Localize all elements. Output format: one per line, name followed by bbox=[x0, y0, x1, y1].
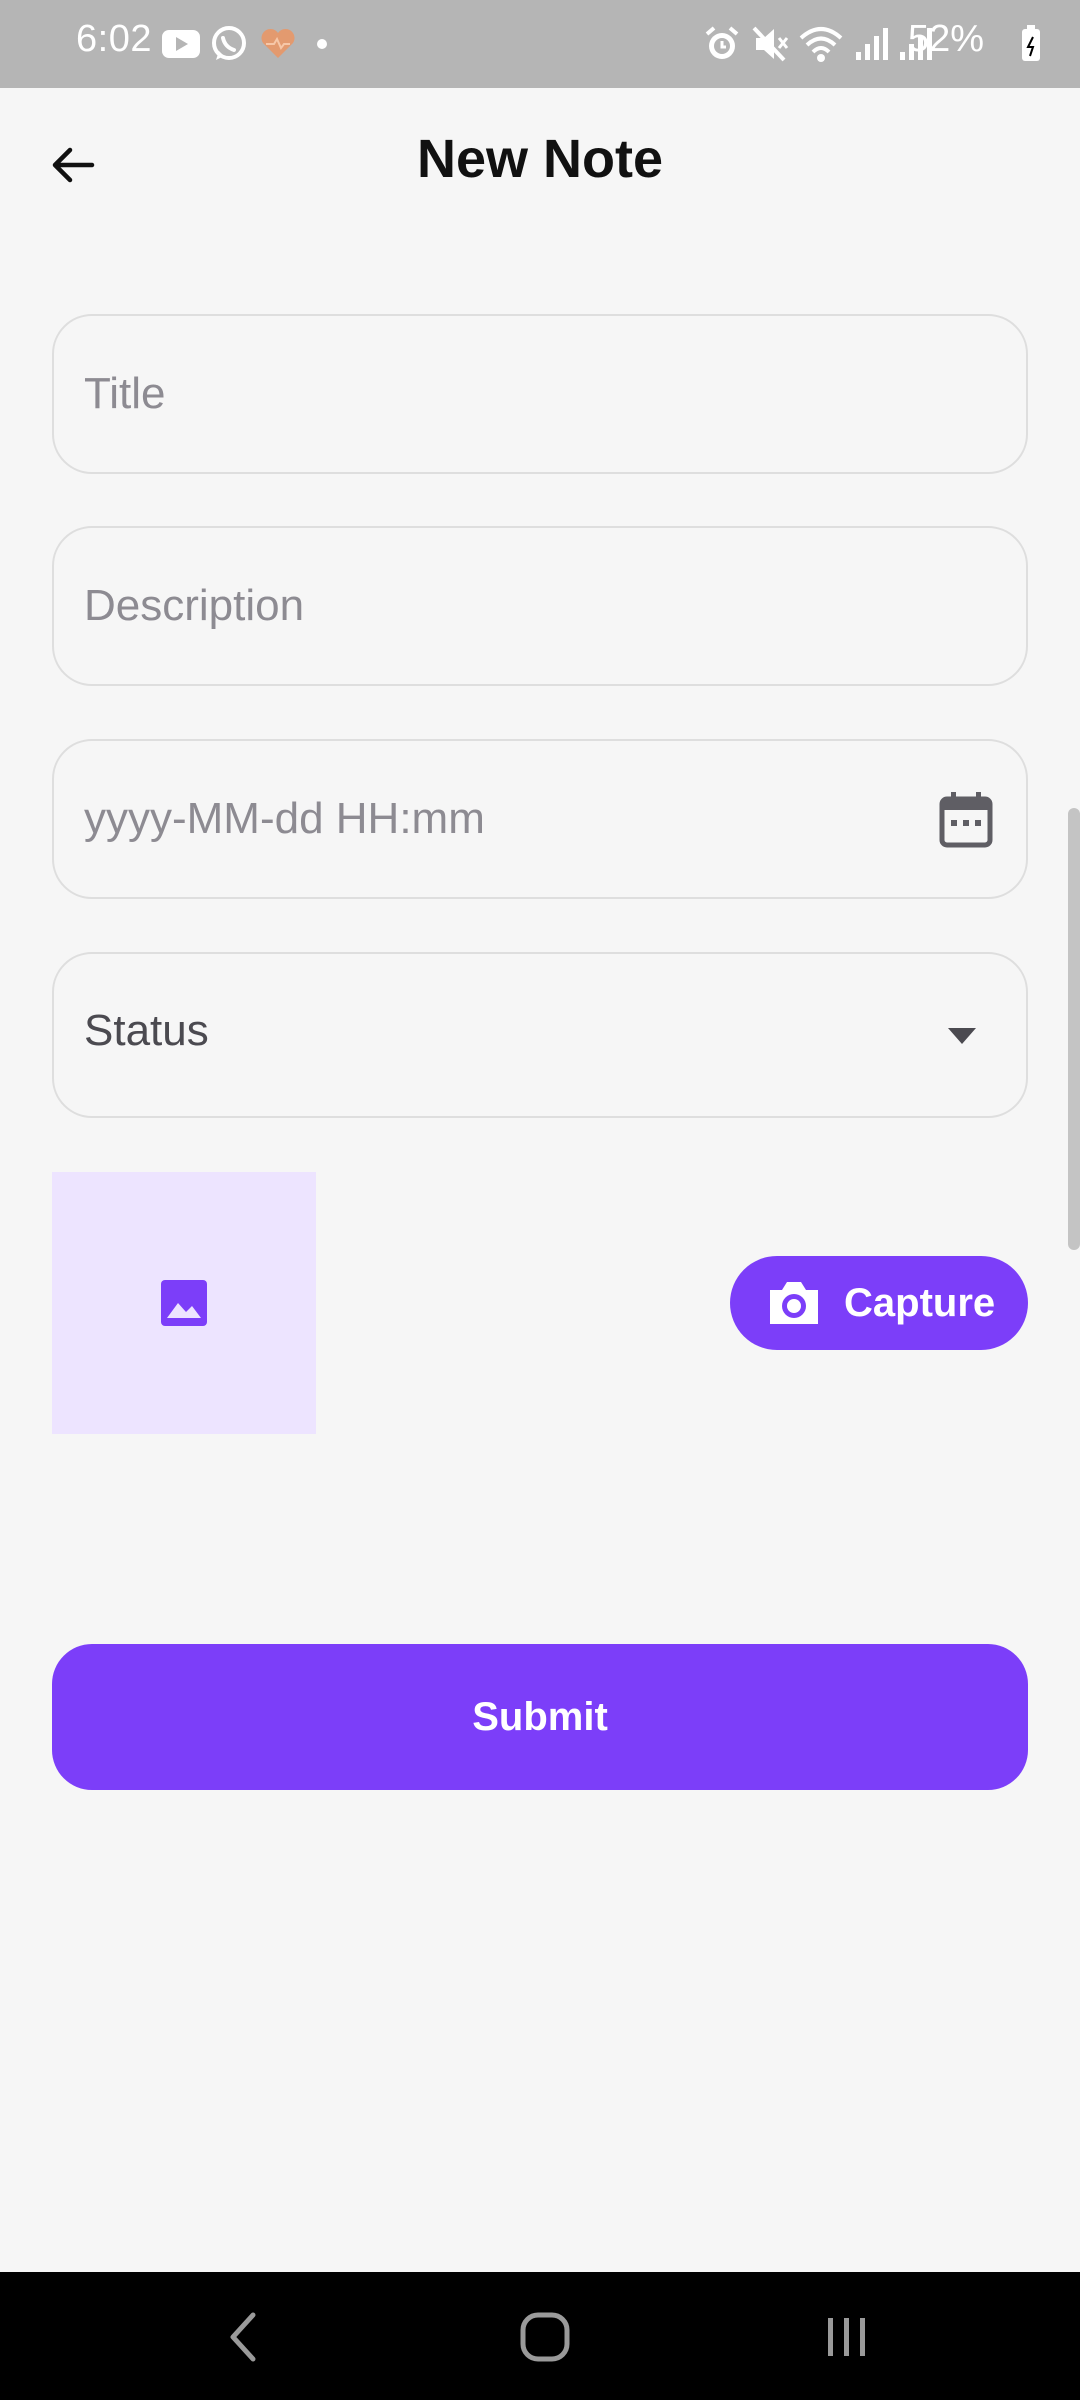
youtube-icon bbox=[160, 20, 202, 73]
nav-back-button[interactable] bbox=[203, 2302, 283, 2372]
nav-recents-button[interactable] bbox=[807, 2302, 887, 2372]
navigation-bar bbox=[0, 2272, 1080, 2400]
nav-home-button[interactable] bbox=[505, 2302, 585, 2372]
description-input[interactable] bbox=[84, 528, 924, 684]
camera-icon bbox=[770, 1282, 818, 1324]
capture-label: Capture bbox=[844, 1280, 996, 1325]
page-title: New Note bbox=[416, 129, 664, 189]
datetime-input[interactable] bbox=[84, 741, 924, 897]
calendar-icon bbox=[939, 792, 993, 848]
battery-percent: 52% bbox=[907, 18, 984, 60]
home-nav-icon bbox=[520, 2312, 570, 2362]
battery-icon bbox=[1020, 20, 1042, 73]
calendar-button[interactable] bbox=[934, 787, 998, 851]
recents-nav-icon bbox=[828, 2318, 865, 2356]
alarm-icon bbox=[702, 20, 742, 73]
capture-button[interactable]: Capture bbox=[730, 1256, 1028, 1350]
wifi-icon bbox=[798, 20, 844, 73]
scrollbar-thumb[interactable] bbox=[1068, 808, 1080, 1250]
mute-icon bbox=[750, 20, 790, 73]
image-preview[interactable] bbox=[52, 1172, 316, 1434]
app-bar: New Note bbox=[0, 88, 1080, 232]
system-icons bbox=[702, 20, 1042, 68]
status-label: Status bbox=[84, 1006, 209, 1055]
submit-label: Submit bbox=[472, 1694, 608, 1739]
title-input[interactable] bbox=[84, 316, 924, 472]
whatsapp-icon bbox=[208, 20, 250, 73]
datetime-field[interactable] bbox=[52, 739, 1028, 899]
signal-icon bbox=[854, 20, 890, 73]
health-icon bbox=[258, 20, 298, 73]
status-time: 6:02 bbox=[76, 18, 152, 60]
title-field[interactable] bbox=[52, 314, 1028, 474]
back-nav-icon bbox=[230, 2312, 256, 2362]
submit-button[interactable]: Submit bbox=[52, 1644, 1028, 1790]
description-field[interactable] bbox=[52, 526, 1028, 686]
image-icon bbox=[161, 1280, 207, 1326]
status-bar: 6:02 52% bbox=[0, 0, 1080, 88]
dot-icon bbox=[314, 20, 330, 73]
status-dropdown[interactable]: Status bbox=[52, 952, 1028, 1118]
dropdown-arrow-icon bbox=[948, 1028, 976, 1044]
